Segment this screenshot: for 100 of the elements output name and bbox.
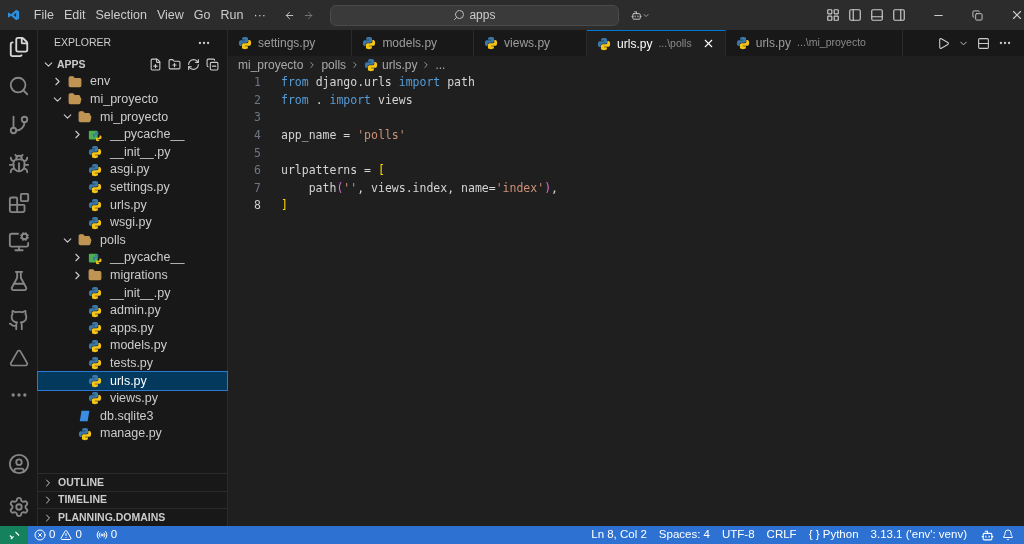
tree-item[interactable]: __pycache__	[38, 248, 227, 267]
panel-bottom-icon[interactable]	[870, 8, 884, 22]
split-editor-icon[interactable]	[977, 36, 990, 50]
tree-item[interactable]: env	[38, 73, 227, 91]
tree-item[interactable]: polls	[38, 231, 227, 249]
tree-item[interactable]: wsgi.py	[38, 213, 227, 232]
line-number: 3	[253, 109, 261, 127]
remote-button[interactable]	[0, 526, 28, 544]
close-icon[interactable]	[1010, 8, 1024, 22]
editor-tab[interactable]: settings.py	[228, 30, 353, 56]
account-icon[interactable]	[7, 453, 30, 475]
editor-tab[interactable]: urls.py ...\mi_proyecto	[725, 30, 903, 56]
python-icon	[88, 285, 102, 300]
breadcrumb-item[interactable]: urls.py	[382, 55, 418, 74]
tab-path: ...\mi_proyecto	[797, 35, 866, 51]
folder-icon	[78, 110, 92, 124]
panel-title: EXPLORER	[54, 35, 112, 51]
tree-item[interactable]: asgi.py	[38, 160, 227, 179]
settings-icon[interactable]	[7, 496, 30, 518]
python-icon	[484, 36, 499, 50]
search-icon[interactable]	[7, 75, 30, 97]
tree-item[interactable]: models.py	[38, 336, 227, 355]
file-name: db.sqlite3	[100, 407, 154, 425]
tree-item[interactable]: urls.py	[38, 196, 227, 214]
line-number: 1	[253, 74, 261, 92]
tree-item[interactable]: settings.py	[38, 178, 227, 197]
file-name: migrations	[110, 266, 168, 284]
file-name: urls.py	[110, 196, 147, 214]
extensions-icon[interactable]	[7, 192, 30, 214]
breadcrumb-item[interactable]: polls	[321, 55, 347, 74]
editor-tab[interactable]: urls.py ...\polls	[587, 30, 726, 56]
status-item[interactable]: UTF-8	[716, 526, 761, 544]
tree-item[interactable]: views.py	[38, 389, 227, 408]
restore-icon[interactable]	[972, 9, 983, 21]
python-icon	[88, 338, 102, 353]
menu-item[interactable]: Edit	[60, 5, 90, 25]
file-name: mi_proyecto	[100, 108, 169, 126]
tree-item[interactable]: admin.py	[38, 301, 227, 320]
code-line: urlpatterns = [	[281, 162, 385, 180]
python-icon	[88, 145, 102, 160]
line-number: 2	[253, 91, 261, 109]
tree-item[interactable]: __init__.py	[38, 284, 227, 302]
problems-button[interactable]: 0 0	[34, 526, 82, 544]
run-icon[interactable]	[937, 36, 950, 50]
python-icon	[88, 162, 102, 177]
remote-explorer-icon[interactable]	[7, 231, 30, 253]
notifications-icon[interactable]	[1002, 529, 1014, 541]
menu-item[interactable]: View	[152, 5, 188, 25]
file-name: tests.py	[110, 354, 154, 372]
collapsed-section[interactable]: OUTLINE	[38, 473, 227, 491]
run-debug-icon[interactable]	[7, 153, 30, 175]
file-name: __init__.py	[110, 284, 171, 302]
python-icon	[88, 356, 102, 371]
layout-grid-icon[interactable]	[826, 8, 840, 22]
breadcrumb-item[interactable]: ...	[435, 55, 446, 74]
tree-item[interactable]: apps.py	[38, 319, 227, 337]
tree-item[interactable]: tests.py	[38, 354, 227, 373]
new-folder-icon[interactable]	[168, 58, 181, 71]
tree-item[interactable]: __pycache__	[38, 125, 227, 144]
tree-item[interactable]: __init__.py	[38, 143, 227, 161]
tree-item[interactable]: migrations	[38, 266, 227, 285]
line-number: 7	[253, 179, 261, 197]
status-item[interactable]: Ln 8, Col 2	[585, 526, 653, 544]
tree-item[interactable]: urls.py	[38, 372, 227, 390]
tree-item[interactable]: mi_proyecto	[38, 90, 227, 109]
github-icon[interactable]	[7, 309, 30, 331]
new-file-icon[interactable]	[149, 58, 162, 71]
robot-icon[interactable]	[981, 528, 994, 542]
folder-icon	[78, 233, 92, 248]
language-mode[interactable]: { } Python	[802, 526, 865, 544]
search-icon	[453, 9, 466, 21]
menu-item[interactable]: File	[29, 5, 58, 25]
tab-path: ...\polls	[658, 35, 692, 51]
panel-right-icon[interactable]	[892, 8, 906, 22]
menu-item[interactable]: ···	[249, 5, 270, 25]
collapse-all-icon[interactable]	[206, 58, 219, 71]
triangle-logo-icon[interactable]	[8, 348, 29, 368]
source-control-icon[interactable]	[7, 114, 30, 136]
menu-item[interactable]: Run	[216, 5, 248, 25]
breadcrumb-item[interactable]: mi_proyecto	[238, 55, 304, 74]
editor-tab[interactable]: models.py	[352, 30, 475, 56]
ports-button[interactable]: 0	[95, 526, 118, 544]
menu-item[interactable]: Selection	[91, 5, 151, 25]
folder-icon	[88, 268, 102, 283]
python-icon	[78, 426, 92, 441]
command-center-field[interactable]: apps	[330, 4, 619, 26]
workspace-title[interactable]: APPS	[57, 56, 86, 73]
remote-icon	[8, 529, 20, 541]
refresh-icon[interactable]	[187, 58, 200, 71]
menu-item[interactable]: Go	[189, 5, 215, 25]
status-item[interactable]: CRLF	[760, 526, 803, 544]
tree-item[interactable]: manage.py	[38, 424, 227, 443]
status-item[interactable]: Spaces: 4	[652, 526, 716, 544]
collapsed-section[interactable]: TIMELINE	[38, 490, 227, 509]
interpreter-status[interactable]: 3.13.1 ('env': venv)	[864, 526, 973, 544]
tree-item[interactable]: db.sqlite3	[38, 407, 227, 425]
tree-item[interactable]: mi_proyecto	[38, 108, 227, 126]
explorer-icon[interactable]	[7, 36, 30, 58]
panel-left-icon[interactable]	[848, 8, 862, 22]
python-icon	[735, 36, 750, 50]
